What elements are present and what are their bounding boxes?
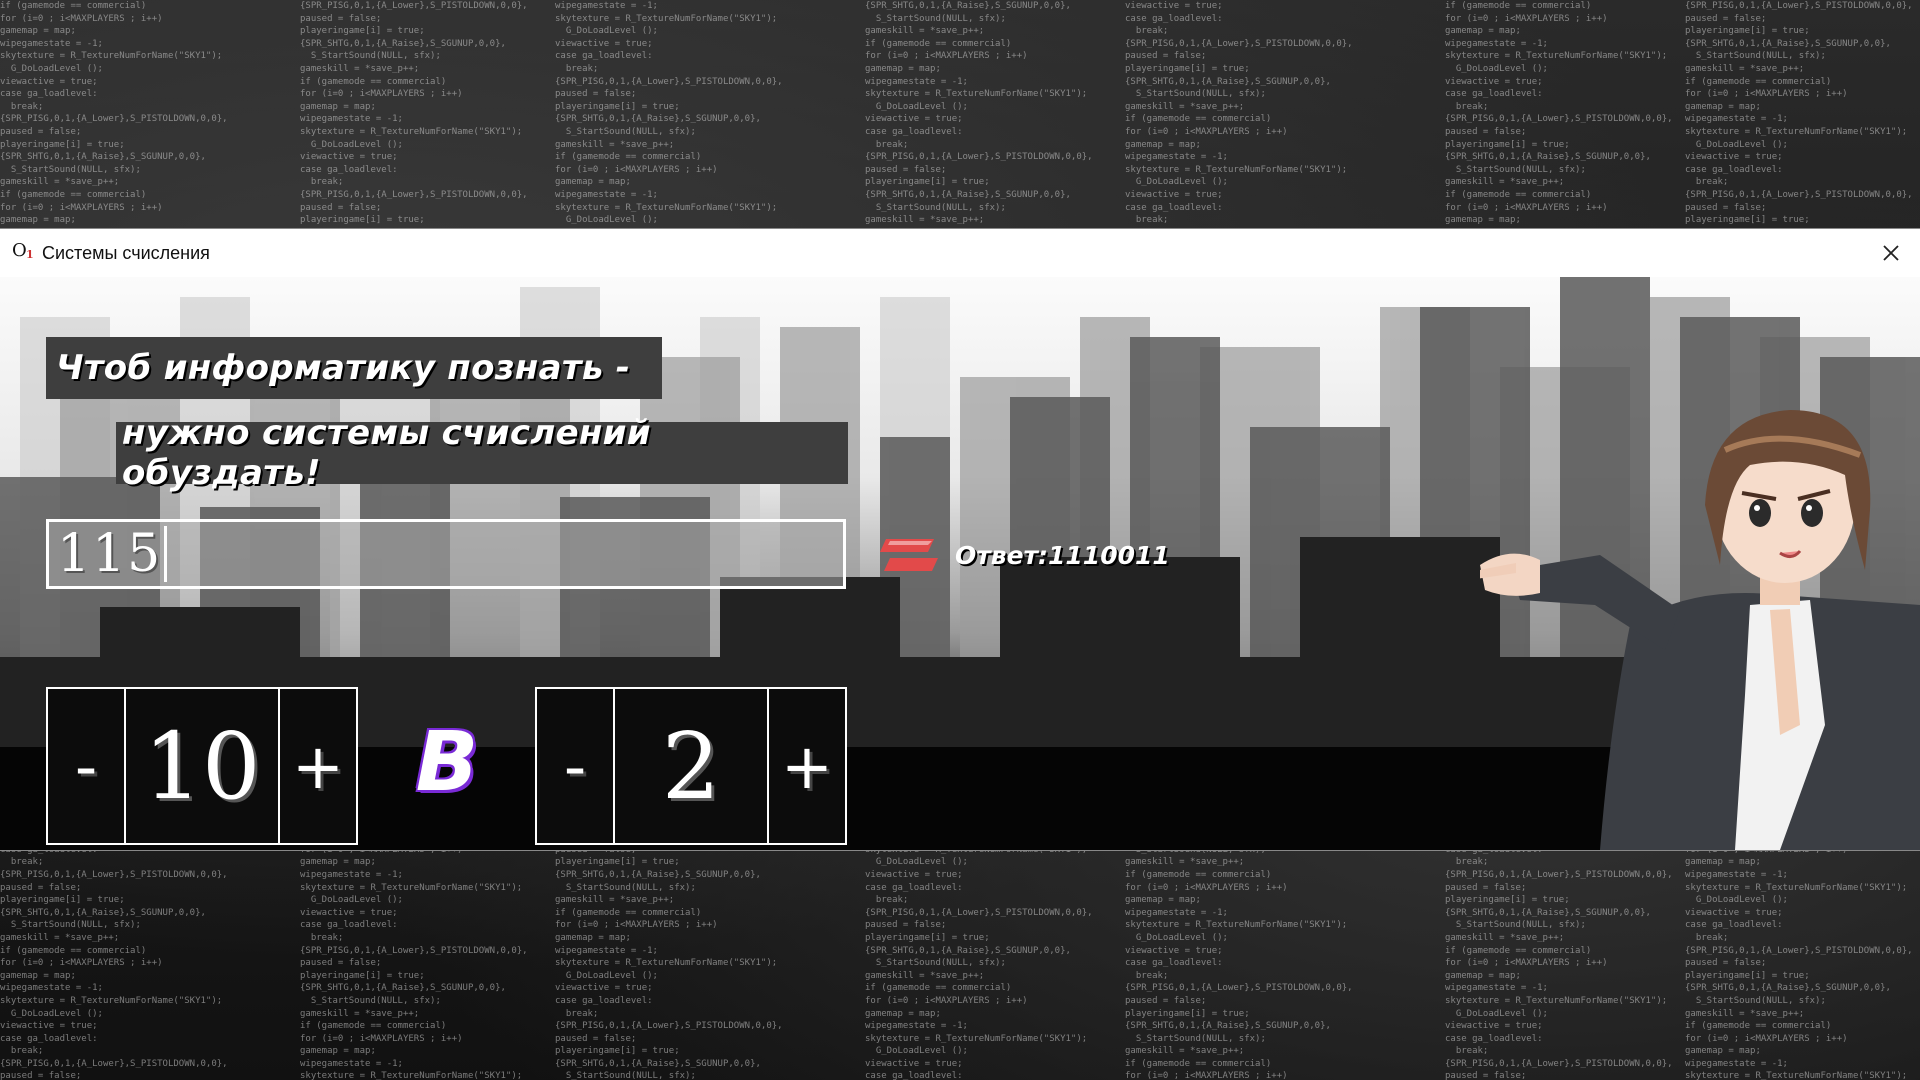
to-base-decrement-button[interactable]: -: [537, 689, 615, 843]
banner-line-1: Чтоб информатику познать -: [46, 337, 662, 399]
title-bar: O1 Системы счисления: [0, 229, 1920, 277]
from-base-decrement-button[interactable]: -: [48, 689, 126, 843]
to-base-stepper: - 2 +: [535, 687, 847, 845]
to-base-increment-button[interactable]: +: [767, 689, 845, 843]
to-base-value: 2: [661, 712, 721, 820]
number-input-value: 115: [57, 524, 163, 584]
close-icon: [1883, 245, 1899, 261]
text-caret: [164, 526, 168, 582]
answer-text: Ответ:1110011: [955, 540, 1170, 570]
app-window: O1 Системы счисления Чтоб информатику по…: [0, 229, 1920, 850]
anime-mascot-illustration: [1480, 410, 1920, 850]
convert-arrows-icon: [880, 539, 938, 571]
app-content: Чтоб информатику познать - нужно системы…: [0, 277, 1920, 850]
banner-line-2: нужно системы счислений обуздать!: [116, 413, 848, 493]
app-logo-icon: O1: [12, 240, 34, 261]
from-base-increment-button[interactable]: +: [278, 689, 356, 843]
convert-button[interactable]: [878, 537, 940, 575]
from-base-value: 10: [143, 712, 261, 820]
close-button[interactable]: [1862, 229, 1920, 277]
to-label: В: [415, 714, 479, 810]
number-input[interactable]: 115: [46, 519, 846, 589]
from-base-stepper: - 10 +: [46, 687, 358, 845]
window-title: Системы счисления: [42, 242, 210, 263]
